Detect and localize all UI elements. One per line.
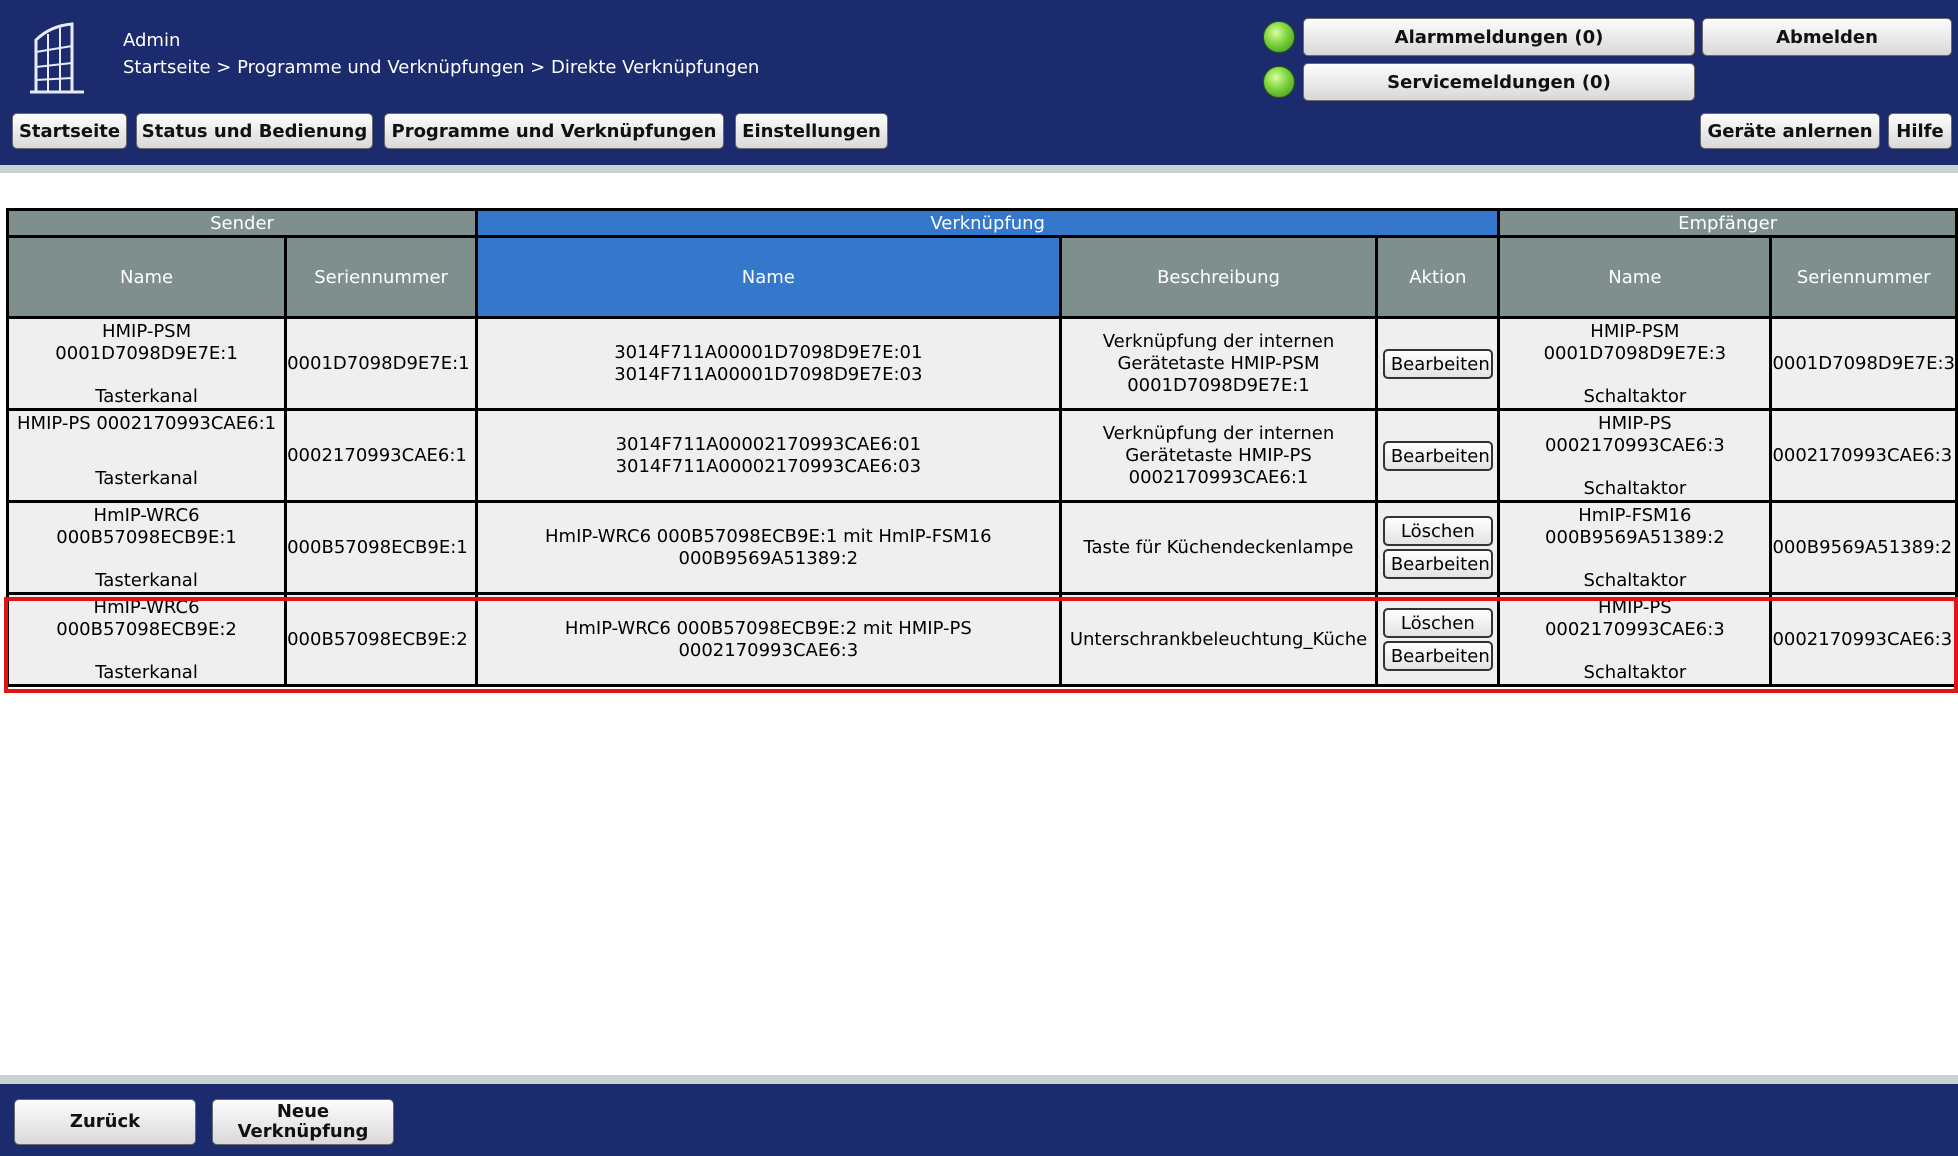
sender-type: Tasterkanal [95,468,198,489]
action-cell: Löschen Bearbeiten [1375,500,1501,595]
receiver-serial: 000B9569A51389:2 [1769,500,1958,595]
service-messages-button[interactable]: Servicemeldungen (0) [1303,63,1695,101]
sender-name: HMIP-PSM 0001D7098D9E7E:1 [55,321,238,364]
action-header: Aktion [1375,235,1501,319]
receiver-serial: 0002170993CAE6:3 [1769,592,1958,687]
delete-button[interactable]: Löschen [1382,608,1493,638]
teach-devices-button[interactable]: Geräte anlernen [1700,113,1880,149]
action-cell: Bearbeiten [1375,408,1501,503]
sender-serial: 0002170993CAE6:1 [284,408,479,503]
link-name: 3014F711A00001D7098D9E7E:01 3014F711A000… [475,316,1062,411]
edit-button[interactable]: Bearbeiten [1382,348,1493,379]
nav-home-button[interactable]: Startseite [12,113,127,149]
receiver-name: HMIP-PS 0002170993CAE6:3 [1544,413,1725,456]
sender-serial: 0001D7098D9E7E:1 [284,316,479,411]
edit-button[interactable]: Bearbeiten [1382,549,1493,579]
sender-type: Tasterkanal [95,662,198,683]
homematic-logo-icon [30,22,84,94]
sender-type: Tasterkanal [95,386,198,407]
breadcrumb: Startseite > Programme und Verknüpfungen… [123,57,760,78]
receiver-type: Schaltaktor [1583,570,1687,591]
link-name-header[interactable]: Name [475,235,1062,319]
link-description: Verknüpfung der internen Gerätetaste HMI… [1058,408,1379,503]
logout-button[interactable]: Abmelden [1702,18,1952,56]
sender-name-cell: HMIP-PSM 0001D7098D9E7E:1 Tasterkanal [5,316,288,411]
link-description: Taste für Küchendeckenlampe [1058,500,1379,595]
service-status-led-icon [1263,66,1295,98]
table-row: HmIP-WRC6 000B57098ECB9E:1 Tasterkanal 0… [5,500,1958,595]
receiver-group-header: Empfänger [1497,208,1958,238]
table-row: HMIP-PS 0002170993CAE6:1 Tasterkanal 000… [5,408,1958,503]
footer-divider [0,1075,1958,1084]
receiver-name-cell: HMIP-PS 0002170993CAE6:3 Schaltaktor [1497,408,1773,503]
receiver-serial: 0001D7098D9E7E:3 [1769,316,1958,411]
receiver-name-cell: HmIP-FSM16 000B9569A51389:2 Schaltaktor [1497,500,1773,595]
sender-name: HMIP-PS 0002170993CAE6:1 [17,413,277,434]
edit-button[interactable]: Bearbeiten [1382,440,1493,471]
direct-links-table: Sender Verknüpfung Empfänger Name Serien… [5,208,1958,687]
table-row: HMIP-PSM 0001D7098D9E7E:1 Tasterkanal 00… [5,316,1958,411]
sender-name-header[interactable]: Name [5,235,288,319]
link-name: HmIP-WRC6 000B57098ECB9E:1 mit HmIP-FSM1… [475,500,1062,595]
header-divider [0,165,1958,173]
header-bar: Admin Startseite > Programme und Verknüp… [0,0,1958,165]
nav-programs-button[interactable]: Programme und Verknüpfungen [384,113,724,149]
sender-serial: 000B57098ECB9E:1 [284,500,479,595]
action-cell: Bearbeiten [1375,316,1501,411]
receiver-name: HMIP-PS 0002170993CAE6:3 [1544,597,1725,640]
link-name: HmIP-WRC6 000B57098ECB9E:2 mit HMIP-PS 0… [475,592,1062,687]
receiver-name-cell: HMIP-PS 0002170993CAE6:3 Schaltaktor [1497,592,1773,687]
receiver-type: Schaltaktor [1583,478,1687,499]
receiver-serial-header[interactable]: Seriennummer [1769,235,1958,319]
sender-name-cell: HmIP-WRC6 000B57098ECB9E:1 Tasterkanal [5,500,288,595]
nav-status-button[interactable]: Status und Bedienung [136,113,373,149]
nav-settings-button[interactable]: Einstellungen [735,113,888,149]
back-button[interactable]: Zurück [14,1099,196,1145]
sender-type: Tasterkanal [95,570,198,591]
sender-name-cell: HMIP-PS 0002170993CAE6:1 Tasterkanal [5,408,288,503]
receiver-name: HmIP-FSM16 000B9569A51389:2 [1545,505,1725,548]
action-cell: Löschen Bearbeiten [1375,592,1501,687]
receiver-type: Schaltaktor [1583,386,1687,407]
link-description: Verknüpfung der internen Gerätetaste HMI… [1058,316,1379,411]
sender-serial: 000B57098ECB9E:2 [284,592,479,687]
help-button[interactable]: Hilfe [1888,113,1952,149]
user-name: Admin [123,30,181,51]
link-name: 3014F711A00002170993CAE6:01 3014F711A000… [475,408,1062,503]
receiver-name-cell: HMIP-PSM 0001D7098D9E7E:3 Schaltaktor [1497,316,1773,411]
table-row-highlighted: HmIP-WRC6 000B57098ECB9E:2 Tasterkanal 0… [5,592,1958,687]
delete-button[interactable]: Löschen [1382,516,1493,546]
link-description: Unterschrankbeleuchtung_Küche [1058,592,1379,687]
alarm-status-led-icon [1263,21,1295,53]
sender-serial-header[interactable]: Seriennummer [284,235,479,319]
receiver-serial: 0002170993CAE6:3 [1769,408,1958,503]
description-header[interactable]: Beschreibung [1058,235,1379,319]
receiver-name: HMIP-PSM 0001D7098D9E7E:3 [1543,321,1727,364]
footer-bar: Zurück Neue Verknüpfung [0,1084,1958,1156]
sender-name: HmIP-WRC6 000B57098ECB9E:1 [56,505,237,548]
sender-group-header: Sender [5,208,479,238]
edit-button[interactable]: Bearbeiten [1382,641,1493,671]
link-group-header: Verknüpfung [475,208,1501,238]
sender-name-cell: HmIP-WRC6 000B57098ECB9E:2 Tasterkanal [5,592,288,687]
sender-name: HmIP-WRC6 000B57098ECB9E:2 [56,597,237,640]
new-link-button[interactable]: Neue Verknüpfung [212,1099,394,1145]
alarm-messages-button[interactable]: Alarmmeldungen (0) [1303,18,1695,56]
receiver-type: Schaltaktor [1583,662,1687,683]
receiver-name-header[interactable]: Name [1497,235,1773,319]
